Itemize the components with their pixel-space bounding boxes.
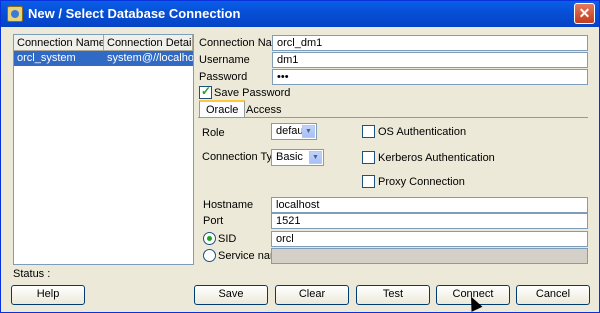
- connection-type-select[interactable]: Basic ▼: [271, 149, 324, 166]
- hostname-input[interactable]: localhost: [271, 197, 588, 213]
- tab-divider: [198, 117, 588, 118]
- connection-type-value: Basic: [276, 151, 303, 163]
- proxy-connection-label: Proxy Connection: [378, 176, 465, 188]
- sid-input[interactable]: orcl: [271, 231, 588, 247]
- service-name-radio[interactable]: [203, 249, 216, 262]
- password-label: Password: [199, 71, 248, 83]
- column-header-name[interactable]: Connection Name: [14, 35, 104, 51]
- chevron-down-icon: ▼: [302, 125, 315, 138]
- port-label: Port: [203, 215, 224, 227]
- role-label: Role: [202, 127, 225, 139]
- username-label: Username: [199, 54, 250, 66]
- hostname-label: Hostname: [203, 199, 254, 211]
- help-button[interactable]: Help: [11, 285, 85, 305]
- database-icon: [7, 6, 23, 22]
- sid-label: SID: [218, 233, 237, 245]
- cancel-button[interactable]: Cancel: [516, 285, 590, 305]
- connection-row-name[interactable]: orcl_system: [14, 51, 104, 66]
- os-auth-checkbox[interactable]: [362, 125, 375, 138]
- title-bar: New / Select Database Connection ✕: [1, 1, 599, 27]
- window-title: New / Select Database Connection: [28, 6, 241, 21]
- role-select[interactable]: default ▼: [271, 123, 317, 140]
- save-button[interactable]: Save: [194, 285, 268, 305]
- test-button[interactable]: Test: [356, 285, 430, 305]
- kerberos-auth-checkbox[interactable]: [362, 151, 375, 164]
- status-label: Status :: [13, 268, 51, 280]
- connection-list[interactable]: Connection Name Connection Details orcl_…: [13, 34, 194, 265]
- connection-name-input[interactable]: orcl_dm1: [272, 35, 588, 51]
- proxy-connection-checkbox[interactable]: [362, 175, 375, 188]
- close-button[interactable]: ✕: [574, 3, 595, 24]
- clear-button[interactable]: Clear: [275, 285, 349, 305]
- connection-row-details[interactable]: system@//localhost...: [104, 51, 193, 66]
- save-password-checkbox[interactable]: [199, 84, 212, 99]
- service-name-input[interactable]: [271, 248, 588, 264]
- username-input[interactable]: dm1: [272, 52, 588, 68]
- sid-radio[interactable]: [203, 232, 216, 245]
- chevron-down-icon: ▼: [309, 151, 322, 164]
- password-input[interactable]: •••: [272, 69, 588, 85]
- tab-oracle[interactable]: Oracle: [199, 100, 246, 118]
- port-input[interactable]: 1521: [271, 213, 588, 229]
- column-header-details[interactable]: Connection Details: [104, 35, 193, 51]
- dialog-window: New / Select Database Connection ✕ Conne…: [0, 0, 600, 313]
- kerberos-auth-label: Kerberos Authentication: [378, 152, 495, 164]
- os-auth-label: OS Authentication: [378, 126, 467, 138]
- save-password-label: Save Password: [214, 87, 291, 99]
